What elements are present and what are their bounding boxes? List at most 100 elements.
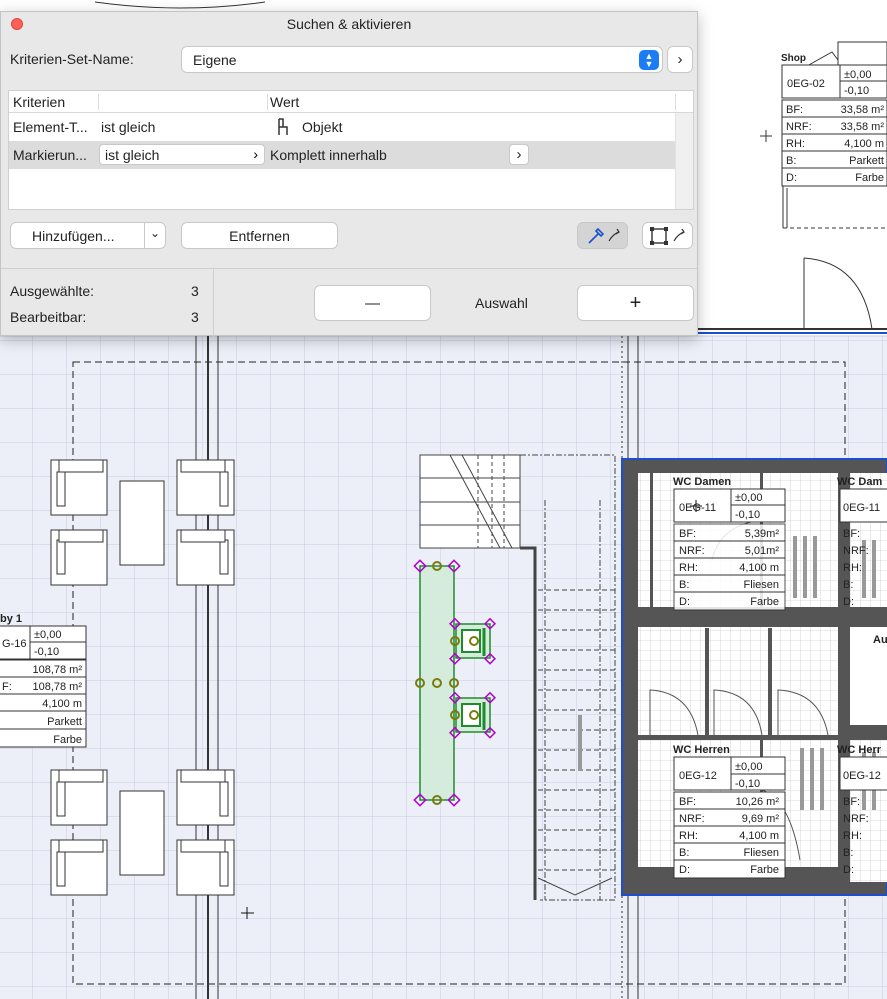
wc-damen-rh: 4,100 m [739,562,779,574]
selected-chair-1[interactable] [448,617,497,665]
criteria-row[interactable]: Markierun... ist gleich › Komplett inner… [9,141,676,169]
transfer-parameters-button[interactable] [642,222,693,249]
selected-count-label: Ausgewählte: [10,283,95,299]
add-criterion-button[interactable]: Hinzufügen... ⌄ [10,222,166,249]
remove-criterion-button[interactable]: Entfernen [181,222,338,249]
operator-dropdown[interactable]: ist gleich › [99,144,265,165]
eyedropper-icon [587,227,620,244]
shop-d-label: D: [786,172,797,184]
dialog-titlebar[interactable]: Suchen & aktivieren [1,12,697,36]
wc-herren-floor: Fliesen [744,847,779,859]
lobby-title: by 1 [0,613,22,625]
close-window-icon[interactable] [11,18,23,30]
criteria-row-value[interactable]: Objekt [302,119,342,135]
up-down-stepper-icon[interactable]: ▲ ▼ [639,50,659,70]
add-to-selection-button[interactable]: + [577,285,694,321]
value-more-button[interactable]: › [509,144,529,165]
wc-damen-wall: Farbe [750,596,779,608]
wc-damen-floor: Fliesen [744,579,779,591]
wc-damen-nrf-label: NRF: [679,545,705,557]
chair-icon [275,117,291,140]
wc-damen-code: 0EG-11 [679,502,716,514]
wc-damen-2-d-label: D: [843,596,854,608]
wc-herren-nrf: 9,69 m² [742,813,780,825]
chevron-right-icon: › [253,146,258,162]
criteria-row-value[interactable]: Komplett innerhalb [270,147,387,163]
transfer-selection-icon [649,226,685,245]
shop-level-bottom: -0,10 [844,85,869,97]
room-stamp-lobby[interactable]: by 1 G-16 ±0,00 -0,10 F: 108,78 m² 108,7… [0,613,87,748]
wc-damen-title: WC Damen [673,476,731,488]
wc-damen-2-b-label: B: [843,579,853,591]
wc-herren-2-b-label: B: [843,847,853,859]
shop-bf-label: BF: [786,104,803,116]
wc-herren-2-bf-label: BF: [843,796,860,808]
shop-bf: 33,58 m² [841,104,885,116]
wc-damen-bf: 5,39m² [745,528,780,540]
criteria-set-label: Kriterien-Set-Name: [10,51,134,67]
lobby-bf-label: F: [2,681,12,693]
lobby-floor: Parkett [47,716,82,728]
wc-damen-bf-label: BF: [679,528,696,540]
wc-herren-d-label: D: [679,864,690,876]
selected-chair-2[interactable] [448,691,497,739]
selected-bench[interactable] [413,559,461,807]
remove-from-selection-button[interactable]: — [314,285,431,321]
criteria-table[interactable]: Kriterien Wert Element-T... ist gleich O… [8,90,694,210]
wc-herren-2-rh-label: RH: [843,830,862,842]
criteria-row-criterion: Element-T... [13,119,88,135]
shop-rh-label: RH: [786,138,805,150]
shop-b-label: B: [786,155,796,167]
corridor-title: Au [873,634,887,646]
wc-damen-2-code: 0EG-11 [843,502,880,514]
wc-herren-nrf-label: NRF: [679,813,705,825]
shop-floor: Parkett [849,155,884,167]
wc-herren-rh-label: RH: [679,830,698,842]
shop-nrf: 33,58 m² [841,121,885,133]
lobby-code: G-16 [2,638,26,650]
criteria-set-more-button[interactable]: › [667,46,693,73]
wc-herren-2-title: WC Herr [837,744,882,756]
room-stamp-wc-herren[interactable]: WC Herren 0EG-12 ±0,00 -0,10 BF: 10,26 m… [673,744,786,879]
criteria-set-select[interactable]: Eigene ▲ ▼ [181,46,663,73]
editable-count-value: 3 [191,309,199,325]
selected-count-value: 3 [191,283,199,299]
lobby-rh: 4,100 m [42,698,82,710]
wc-herren-rh: 4,100 m [739,830,779,842]
wc-damen-level-top: ±0,00 [735,492,762,504]
criteria-row[interactable]: Element-T... ist gleich Objekt [9,113,676,141]
wc-herren-wall: Farbe [750,864,779,876]
criteria-table-header: Kriterien Wert [9,91,693,113]
chevron-down-icon[interactable]: ⌄ [150,226,160,240]
wc-damen-2-rh-label: RH: [843,562,862,574]
wc-herren-code: 0EG-12 [679,770,717,782]
wc-herren-level-bottom: -0,10 [735,778,760,790]
column-header-criteria[interactable]: Kriterien [13,94,65,110]
wc-damen-b-label: B: [679,579,689,591]
shop-level-top: ±0,00 [844,69,871,81]
room-stamp-shop[interactable]: Shop 0EG-02 ±0,00 -0,10 BF: 33,58 m² NRF… [781,53,887,187]
wc-herren-title: WC Herren [673,744,730,756]
shop-title: Shop [781,53,806,64]
wc-damen-nrf: 5,01m² [745,545,780,557]
wc-damen-d-label: D: [679,596,690,608]
pick-parameters-button[interactable] [577,222,628,249]
shop-code: 0EG-02 [787,78,825,90]
wc-damen-rh-label: RH: [679,562,698,574]
wc-damen-2-title: WC Dam [837,476,882,488]
chevron-right-icon: › [677,51,683,68]
chevron-right-icon: › [516,146,522,163]
shop-wall: Farbe [855,172,884,184]
column-header-value[interactable]: Wert [270,94,299,110]
find-select-dialog[interactable]: Suchen & aktivieren Kriterien-Set-Name: … [0,11,698,337]
wc-herren-bf-label: BF: [679,796,696,808]
lobby-bf: 108,78 m² [32,664,82,676]
lobby-level-top: ±0,00 [34,629,61,641]
table-scrollbar[interactable] [675,113,693,209]
criteria-row-operator[interactable]: ist gleich [101,119,155,135]
add-criterion-label: Hinzufügen... [32,227,115,244]
criteria-row-criterion: Markierun... [13,147,87,163]
wc-herren-bf: 10,26 m² [736,796,780,808]
lobby-wall: Farbe [53,734,82,746]
room-stamp-wc-damen[interactable]: WC Damen 0EG-11 ±0,00 -0,10 BF: 5,39m² N… [673,476,786,611]
